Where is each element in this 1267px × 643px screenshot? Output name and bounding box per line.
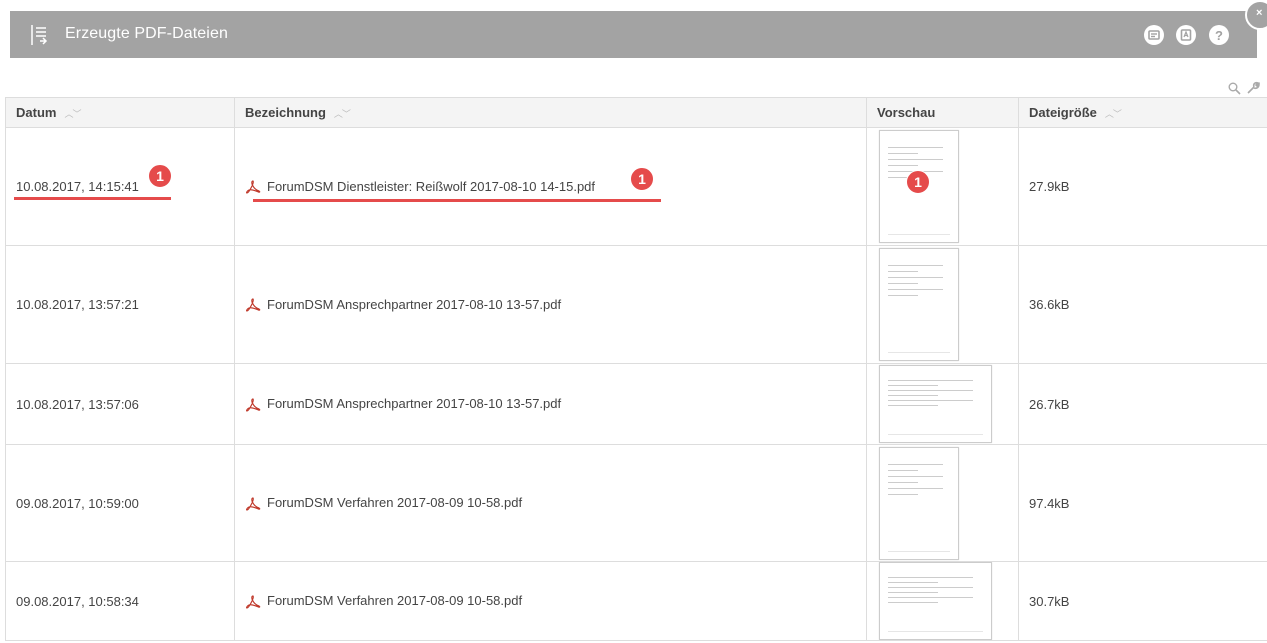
pdf-icon[interactable] (1176, 25, 1196, 45)
date-cell: 09.08.2017, 10:59:00 (5, 444, 235, 562)
sort-icon[interactable]: ︿﹀ (334, 109, 351, 119)
preview-cell[interactable] (866, 561, 1019, 641)
name-cell[interactable]: ForumDSM Ansprechpartner 2017-08-10 13-5… (234, 245, 867, 364)
file-name-link[interactable]: ForumDSM Verfahren 2017-08-09 10-58.pdf (267, 495, 522, 510)
table-header-row: Datum ︿﹀ Bezeichnung ︿﹀ Vorschau Dateigröß… (5, 97, 1267, 128)
document-icon[interactable] (1144, 25, 1164, 45)
file-date: 09.08.2017, 10:58:34 (16, 593, 139, 609)
pdf-preview-thumbnail[interactable] (879, 248, 959, 361)
file-date: 10.08.2017, 14:15:41 (16, 179, 139, 194)
table-row[interactable]: 09.08.2017, 10:58:34 ForumDSM Verfahren 2… (5, 561, 1267, 641)
wrench-icon[interactable] (1246, 81, 1260, 95)
table-row[interactable]: 10.08.2017, 13:57:21 ForumDSM Ansprechpar… (5, 245, 1267, 364)
date-cell: 10.08.2017, 13:57:06 (5, 363, 235, 445)
pdf-file-icon (246, 180, 261, 194)
table-row[interactable]: 09.08.2017, 10:59:00 ForumDSM Verfahren 2… (5, 444, 1267, 562)
file-size: 27.9kB (1029, 179, 1070, 194)
file-name-link[interactable]: ForumDSM Ansprechpartner 2017-08-10 13-5… (267, 396, 561, 411)
name-cell[interactable]: ForumDSM Dienstleister: Reißwolf 2017-08… (234, 127, 867, 246)
name-cell[interactable]: ForumDSM Verfahren 2017-08-09 10-58.pdf (234, 444, 867, 562)
close-icon: × (1256, 7, 1263, 19)
window-title: Erzeugte PDF-Dateien (65, 25, 228, 42)
name-cell[interactable]: ForumDSM Ansprechpartner 2017-08-10 13-5… (234, 363, 867, 445)
table-tools (1228, 81, 1267, 97)
file-date: 10.08.2017, 13:57:06 (16, 396, 139, 412)
column-header-bezeichnung[interactable]: Bezeichnung ︿﹀ (234, 97, 867, 128)
sort-icon[interactable]: ︿﹀ (1105, 109, 1122, 119)
search-icon[interactable] (1228, 82, 1241, 95)
annotation-badge: 1 (630, 167, 654, 191)
file-size: 26.7kB (1029, 396, 1070, 412)
size-cell: 36.6kB (1018, 245, 1267, 364)
size-cell: 97.4kB (1018, 444, 1267, 562)
annotation-badge: 1 (148, 164, 172, 188)
pdf-file-icon (246, 298, 261, 312)
name-cell[interactable]: ForumDSM Verfahren 2017-08-09 10-58.pdf (234, 561, 867, 641)
file-name-link[interactable]: ForumDSM Verfahren 2017-08-09 10-58.pdf (267, 593, 522, 608)
file-size: 97.4kB (1029, 495, 1070, 511)
column-header-datum[interactable]: Datum ︿﹀ (5, 97, 235, 128)
column-header-vorschau: Vorschau (866, 97, 1019, 128)
pdf-preview-thumbnail[interactable] (879, 562, 992, 640)
menu-icon[interactable] (30, 24, 48, 46)
file-date: 09.08.2017, 10:59:00 (16, 495, 139, 511)
size-cell: 26.7kB (1018, 363, 1267, 445)
annotation-underline (14, 197, 171, 200)
file-name-link[interactable]: ForumDSM Dienstleister: Reißwolf 2017-08… (267, 179, 595, 194)
date-cell: 10.08.2017, 13:57:21 (5, 245, 235, 364)
close-button[interactable]: × (1245, 0, 1267, 30)
pdf-preview-thumbnail[interactable] (879, 446, 959, 560)
preview-cell[interactable] (866, 444, 1019, 562)
help-icon[interactable]: ? (1209, 25, 1229, 45)
pdf-file-icon (246, 595, 261, 609)
column-header-dateigroesse[interactable]: Dateigröße ︿﹀ (1018, 97, 1267, 128)
preview-cell[interactable] (866, 245, 1019, 364)
preview-cell[interactable] (866, 363, 1019, 445)
pdf-preview-thumbnail[interactable] (879, 365, 992, 443)
file-name-link[interactable]: ForumDSM Ansprechpartner 2017-08-10 13-5… (267, 297, 561, 312)
pdf-file-icon (246, 497, 261, 511)
sort-icon[interactable]: ︿﹀ (64, 109, 81, 119)
size-cell: 30.7kB (1018, 561, 1267, 641)
pdf-file-icon (246, 398, 261, 412)
table-row[interactable]: 10.08.2017, 13:57:06 ForumDSM Ansprechpar… (5, 363, 1267, 445)
preview-cell[interactable] (866, 127, 1019, 246)
title-bar: Erzeugte PDF-Dateien ? (10, 11, 1257, 58)
file-size: 36.6kB (1029, 297, 1070, 312)
file-date: 10.08.2017, 13:57:21 (16, 297, 139, 312)
date-cell: 10.08.2017, 14:15:41 (5, 127, 235, 246)
file-size: 30.7kB (1029, 593, 1070, 609)
annotation-underline (253, 199, 661, 202)
size-cell: 27.9kB (1018, 127, 1267, 246)
date-cell: 09.08.2017, 10:58:34 (5, 561, 235, 641)
annotation-badge: 1 (906, 170, 930, 194)
